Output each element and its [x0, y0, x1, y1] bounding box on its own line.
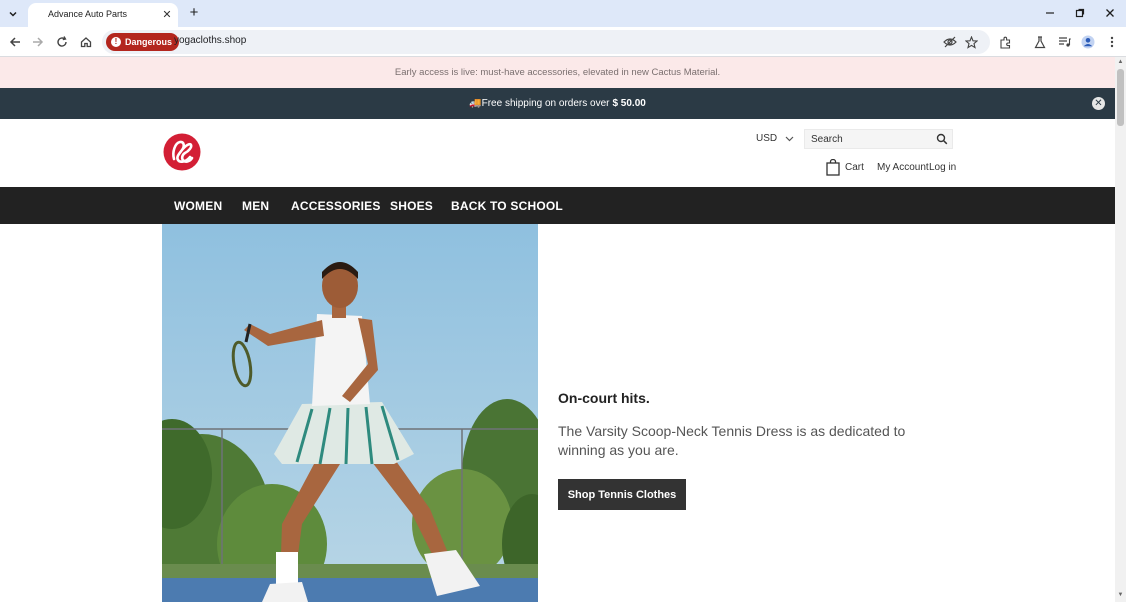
reload-icon[interactable]: [53, 33, 71, 51]
home-icon[interactable]: [77, 33, 95, 51]
nav-item-men[interactable]: MEN: [242, 199, 269, 213]
tab-title: Advance Auto Parts: [48, 9, 128, 19]
extensions-puzzle-icon[interactable]: [996, 33, 1014, 51]
forward-arrow-icon[interactable]: [29, 33, 47, 51]
warning-icon: !: [111, 37, 121, 47]
hero-description: The Varsity Scoop-Neck Tennis Dress is a…: [558, 423, 906, 458]
currency-selector[interactable]: USD: [756, 133, 794, 144]
scroll-up-arrow-icon[interactable]: ▲: [1117, 59, 1124, 66]
browser-tab-strip: Advance Auto Parts ✕ +: [0, 0, 1126, 27]
main-navigation: WOMEN MEN ACCESSORIES SHOES BACK TO SCHO…: [0, 187, 1115, 224]
tab-close-icon[interactable]: ✕: [160, 7, 174, 21]
cart-label: Cart: [845, 162, 864, 173]
free-shipping-bar: 🚚Free shipping on orders over $ 50.00 ✕: [0, 88, 1115, 119]
nav-item-back-to-school[interactable]: BACK TO SCHOOL: [451, 199, 563, 213]
scroll-down-arrow-icon[interactable]: ▼: [1117, 592, 1124, 599]
lab-flask-icon[interactable]: [1031, 33, 1049, 51]
lululemon-logo[interactable]: [163, 133, 201, 171]
announcement-bar: Early access is live: must-have accessor…: [0, 57, 1115, 88]
bookmark-star-icon[interactable]: [962, 33, 980, 51]
shipping-amount: $ 50.00: [612, 98, 646, 109]
eye-slash-icon[interactable]: [941, 33, 959, 51]
search-placeholder: Search: [811, 134, 843, 145]
hero-title: On-court hits.: [558, 390, 650, 406]
browser-toolbar: ! Dangerous yogacloths.shop: [0, 27, 1126, 57]
close-banner-icon[interactable]: ✕: [1092, 97, 1105, 110]
page-scrollbar[interactable]: ▲ ▼: [1115, 57, 1126, 602]
announcement-text: Early access is live: must-have accessor…: [394, 67, 721, 78]
my-account-link[interactable]: My Account: [877, 162, 929, 173]
login-link[interactable]: Log in: [929, 162, 956, 173]
minimize-icon[interactable]: [1040, 4, 1060, 22]
nav-item-women[interactable]: WOMEN: [174, 199, 222, 213]
shopping-bag-icon: [826, 159, 840, 176]
new-tab-plus-icon[interactable]: +: [186, 5, 202, 21]
browser-tab[interactable]: Advance Auto Parts ✕: [28, 3, 178, 27]
security-label: Dangerous: [125, 37, 173, 47]
back-arrow-icon[interactable]: [6, 33, 24, 51]
more-menu-icon[interactable]: [1103, 33, 1121, 51]
scroll-thumb[interactable]: [1117, 69, 1124, 126]
media-queue-icon[interactable]: [1055, 33, 1073, 51]
nav-item-shoes[interactable]: SHOES: [390, 199, 433, 213]
shipping-text: 🚚Free shipping on orders over: [469, 98, 610, 109]
security-warning-chip[interactable]: ! Dangerous: [106, 33, 180, 51]
shop-tennis-clothes-button[interactable]: Shop Tennis Clothes: [558, 479, 686, 510]
hero-tennis-image: [162, 224, 538, 602]
search-icon[interactable]: [936, 133, 948, 145]
cart-link[interactable]: Cart: [826, 159, 864, 176]
search-input[interactable]: Search: [804, 129, 953, 149]
currency-label: USD: [756, 133, 778, 144]
tab-list-chevron-icon[interactable]: [4, 5, 22, 23]
nav-item-accessories[interactable]: ACCESSORIES: [291, 199, 381, 213]
address-bar[interactable]: ! Dangerous yogacloths.shop: [102, 30, 990, 54]
chevron-down-icon: [785, 136, 794, 141]
close-window-icon[interactable]: [1100, 4, 1120, 22]
url-text[interactable]: yogacloths.shop: [174, 35, 246, 46]
restore-icon[interactable]: [1070, 4, 1090, 22]
profile-avatar-icon[interactable]: [1079, 33, 1097, 51]
